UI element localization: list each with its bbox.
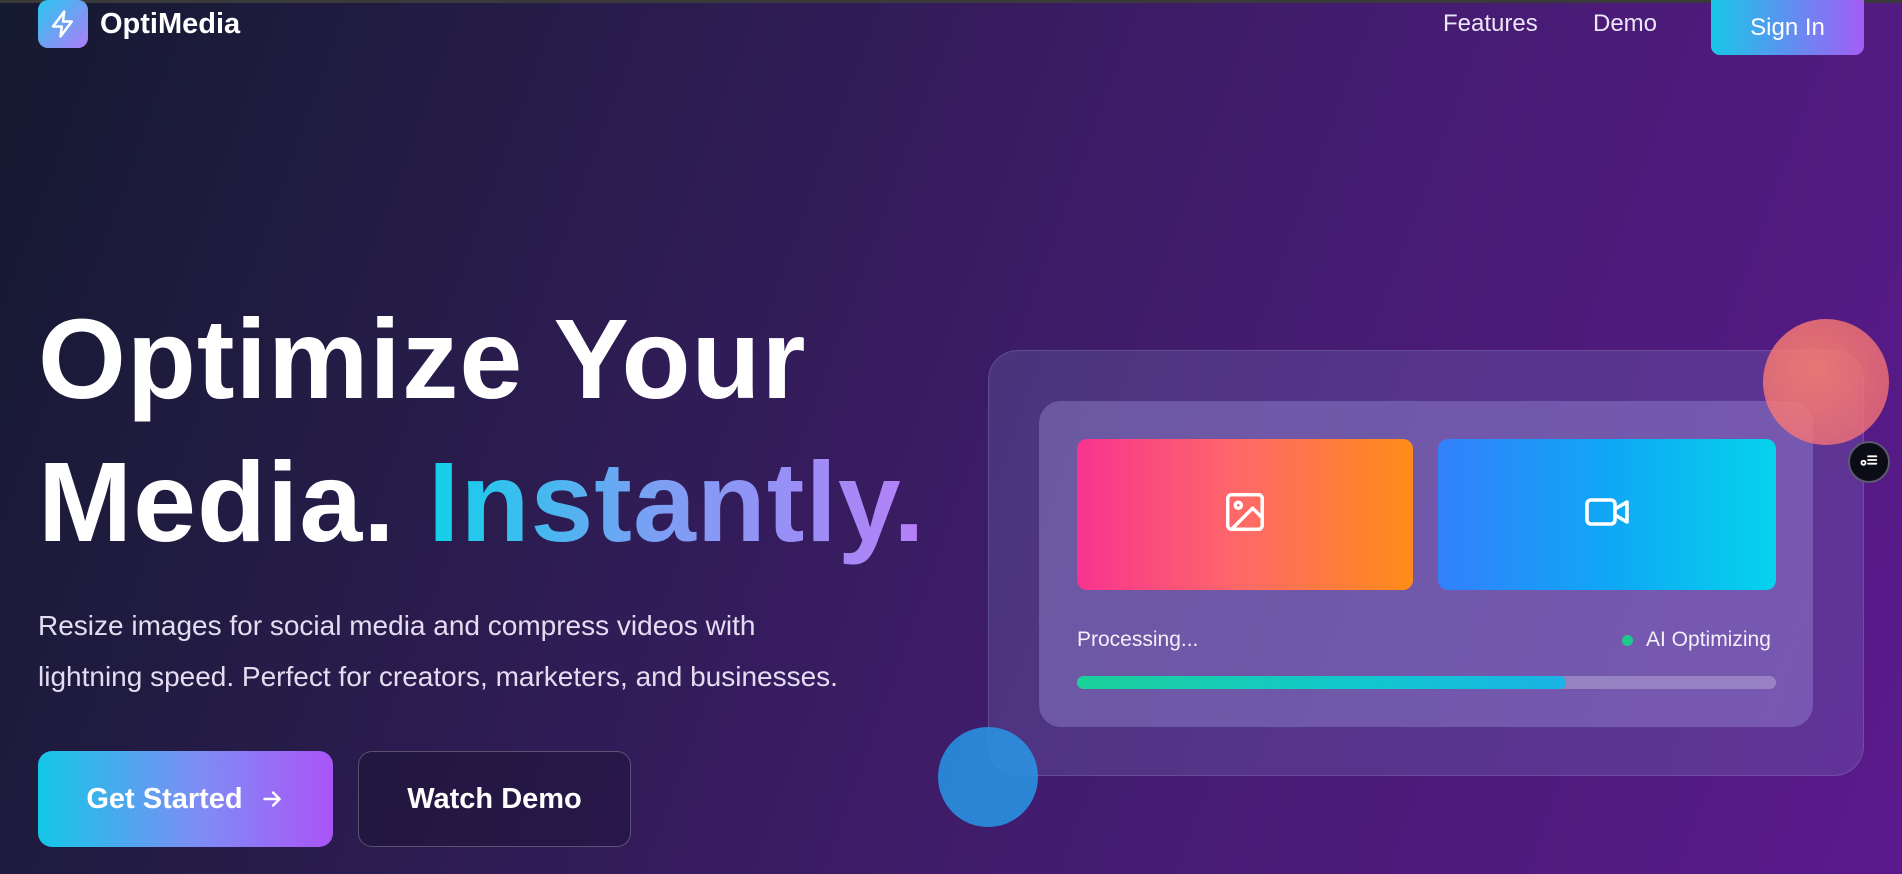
headline-line-1: Optimize Your — [38, 296, 807, 422]
arrow-right-icon — [259, 786, 285, 812]
headline-line-2-gradient: Instantly. — [428, 439, 926, 565]
decorative-orange-circle — [1763, 319, 1889, 445]
hero-subtext: Resize images for social media and compr… — [38, 600, 938, 702]
floating-menu-button[interactable] — [1848, 441, 1890, 483]
video-camera-icon — [1583, 488, 1631, 541]
brand-logo[interactable]: OptiMedia — [38, 0, 240, 48]
watch-demo-label: Watch Demo — [407, 782, 582, 815]
get-started-label: Get Started — [86, 782, 243, 815]
ai-status-label: AI Optimizing — [1646, 628, 1771, 651]
lightning-icon — [38, 0, 88, 48]
image-tile[interactable] — [1077, 439, 1413, 590]
decorative-blue-circle — [938, 727, 1038, 827]
ai-status: AI Optimizing — [1622, 628, 1771, 652]
subtext-line-2: lightning speed. Perfect for creators, m… — [38, 661, 838, 692]
headline-line-2-plain: Media. — [38, 439, 396, 565]
progress-fill — [1077, 676, 1567, 689]
list-settings-icon — [1858, 449, 1880, 476]
image-icon — [1222, 489, 1268, 540]
subtext-line-1: Resize images for social media and compr… — [38, 610, 756, 641]
brand-name: OptiMedia — [100, 7, 241, 40]
top-navigation: OptiMedia Features Demo Sign In — [0, 0, 1902, 60]
processing-label: Processing... — [1077, 628, 1199, 651]
progress-bar — [1077, 676, 1776, 689]
watch-demo-button[interactable]: Watch Demo — [358, 751, 631, 847]
nav-link-demo[interactable]: Demo — [1593, 10, 1657, 38]
get-started-button[interactable]: Get Started — [38, 751, 333, 847]
status-dot-icon — [1622, 634, 1633, 646]
sign-in-button[interactable]: Sign In — [1711, 0, 1864, 55]
hero-headline: Optimize Your Media. Instantly. — [38, 288, 926, 574]
video-tile[interactable] — [1438, 439, 1776, 590]
nav-link-features[interactable]: Features — [1443, 10, 1538, 38]
